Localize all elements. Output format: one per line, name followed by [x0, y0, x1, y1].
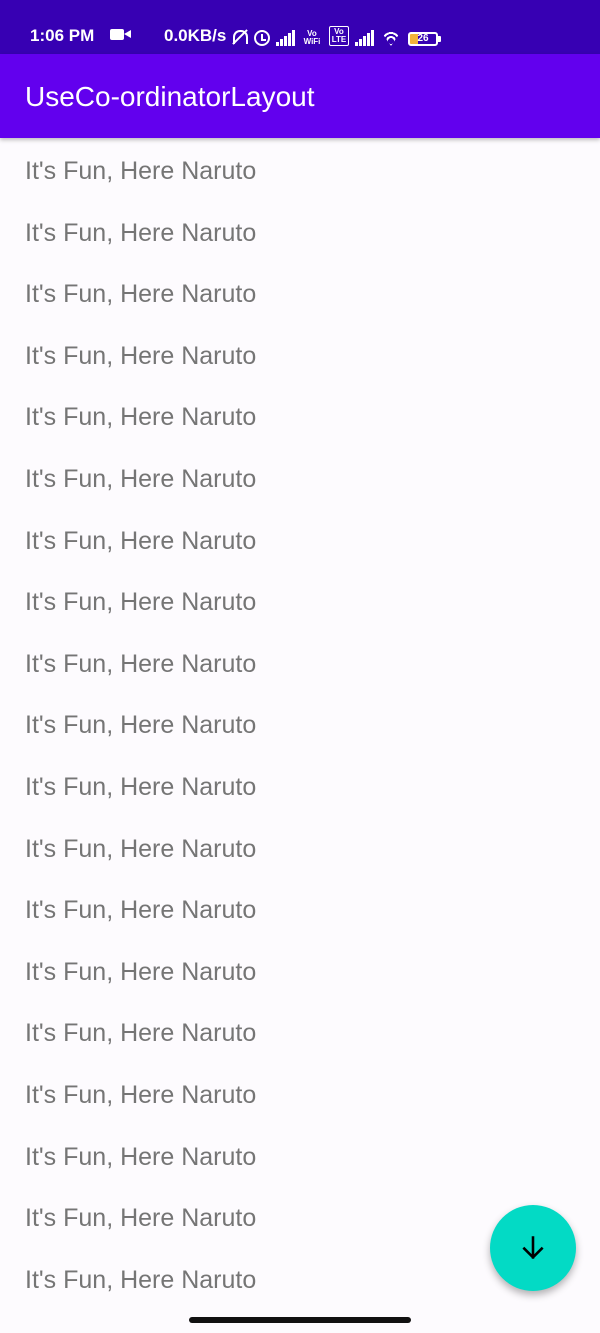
battery-icon: 26	[408, 32, 441, 46]
video-camera-icon	[110, 29, 131, 40]
signal-icon	[276, 30, 295, 46]
signal-icon	[355, 30, 374, 46]
list-item[interactable]: It's Fun, Here Naruto	[0, 508, 600, 570]
list-item[interactable]: It's Fun, Here Naruto	[0, 200, 600, 262]
network-speed: 0.0KB/s	[164, 26, 227, 45]
notifications-off-icon	[230, 28, 248, 46]
status-icons: Vo WiFi Vo LTE 26	[230, 24, 441, 46]
volte-icon: Vo LTE	[329, 26, 349, 46]
list-item[interactable]: It's Fun, Here Naruto	[0, 877, 600, 939]
app-title: UseCo-ordinatorLayout	[25, 81, 315, 112]
app-bar: UseCo-ordinatorLayout	[0, 54, 600, 138]
list-item[interactable]: It's Fun, Here Naruto	[0, 754, 600, 816]
status-bar: 1:06 PM 0.0KB/s Vo WiFi Vo LTE 26	[0, 0, 600, 54]
arrow-down-icon	[522, 1236, 544, 1260]
list-item[interactable]: It's Fun, Here Naruto	[0, 261, 600, 323]
list-item[interactable]: It's Fun, Here Naruto	[0, 446, 600, 508]
list-item[interactable]: It's Fun, Here Naruto	[0, 323, 600, 385]
list-item[interactable]: It's Fun, Here Naruto	[0, 138, 600, 200]
list-item[interactable]: It's Fun, Here Naruto	[0, 1062, 600, 1124]
wifi-icon	[380, 30, 402, 46]
list-item[interactable]: It's Fun, Here Naruto	[0, 939, 600, 1001]
list-item[interactable]: It's Fun, Here Naruto	[0, 816, 600, 878]
list-item[interactable]: It's Fun, Here Naruto	[0, 692, 600, 754]
item-list[interactable]: It's Fun, Here Naruto It's Fun, Here Nar…	[0, 138, 600, 1308]
list-item[interactable]: It's Fun, Here Naruto	[0, 1124, 600, 1186]
vowifi-icon: Vo WiFi	[303, 29, 321, 46]
status-time: 1:06 PM	[30, 26, 95, 45]
list-item[interactable]: It's Fun, Here Naruto	[0, 1000, 600, 1062]
app-screen: 1:06 PM 0.0KB/s Vo WiFi Vo LTE 26 UseCo-…	[0, 0, 600, 1333]
home-indicator[interactable]	[189, 1317, 411, 1323]
scroll-down-fab[interactable]	[490, 1205, 576, 1291]
alarm-icon	[254, 30, 270, 46]
list-item[interactable]: It's Fun, Here Naruto	[0, 631, 600, 693]
list-item[interactable]: It's Fun, Here Naruto	[0, 569, 600, 631]
list-item[interactable]: It's Fun, Here Naruto	[0, 384, 600, 446]
battery-level: 26	[417, 33, 429, 44]
